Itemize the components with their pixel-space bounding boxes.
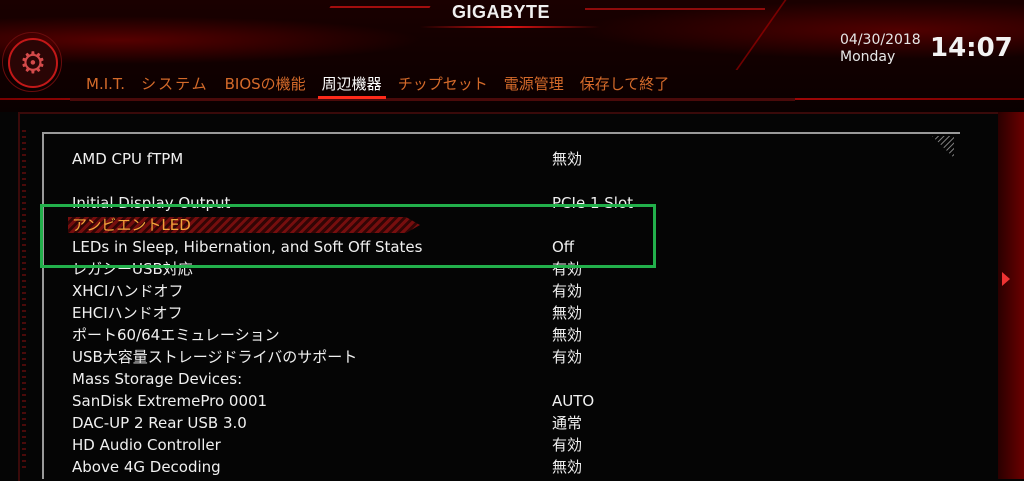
setting-label: Above 4G Decoding bbox=[72, 458, 221, 476]
setting-row-ambient-led[interactable]: アンビエントLED bbox=[72, 214, 932, 236]
setting-value[interactable]: 有効 bbox=[552, 258, 582, 280]
setting-row-leds-in-sleep[interactable]: LEDs in Sleep, Hibernation, and Soft Off… bbox=[72, 236, 932, 258]
setting-label: HD Audio Controller bbox=[72, 436, 221, 454]
setting-value[interactable]: 無効 bbox=[552, 148, 582, 170]
setting-value[interactable]: 通常 bbox=[552, 412, 582, 434]
tab-save-and-exit[interactable]: 保存して終了 bbox=[572, 73, 678, 97]
gigabyte-logo: GIGABYTE bbox=[452, 2, 551, 22]
tab-chipset[interactable]: チップセット bbox=[390, 73, 496, 97]
gear-icon[interactable]: ⚙ bbox=[8, 38, 58, 88]
tab-system[interactable]: システム bbox=[133, 73, 217, 97]
setting-label: SanDisk ExtremePro 0001 bbox=[72, 392, 268, 410]
setting-row-amd-cpu-ftpm[interactable]: AMD CPU fTPM 無効 bbox=[72, 148, 932, 170]
arrow-right-icon[interactable] bbox=[1002, 272, 1010, 286]
setting-label: アンビエントLED bbox=[72, 216, 191, 234]
setting-value[interactable]: 無効 bbox=[552, 302, 582, 324]
clock: 14:07 bbox=[930, 33, 1013, 63]
setting-row-initial-display-output[interactable]: Initial Display Output PCIe 1 Slot bbox=[72, 192, 932, 214]
setting-label: XHCIハンドオフ bbox=[72, 282, 184, 300]
setting-value[interactable]: 無効 bbox=[552, 456, 582, 478]
tab-power-management[interactable]: 電源管理 bbox=[496, 73, 572, 97]
setting-label: EHCIハンドオフ bbox=[72, 304, 183, 322]
setting-label: USB大容量ストレージドライバのサポート bbox=[72, 348, 358, 366]
setting-row-usb-mass-storage-support[interactable]: USB大容量ストレージドライバのサポート 有効 bbox=[72, 346, 932, 368]
right-side-panel-tab[interactable] bbox=[998, 112, 1024, 479]
header-decoration bbox=[585, 8, 765, 10]
setting-row-sandisk-extremepro[interactable]: SanDisk ExtremePro 0001 AUTO bbox=[72, 390, 932, 412]
setting-row-port-60-64-emulation[interactable]: ポート60/64エミュレーション 無効 bbox=[72, 324, 932, 346]
setting-label: Initial Display Output bbox=[72, 194, 231, 212]
section-heading-mass-storage: Mass Storage Devices: bbox=[72, 368, 932, 390]
bios-header: GIGABYTE ⚙ M.I.T. システム BIOSの機能 周辺機器 チップセ… bbox=[0, 0, 1024, 112]
setting-value[interactable]: Off bbox=[552, 236, 574, 258]
setting-row-dac-up-rear-usb[interactable]: DAC-UP 2 Rear USB 3.0 通常 bbox=[72, 412, 932, 434]
tab-bar-baseline bbox=[70, 98, 795, 101]
setting-label: AMD CPU fTPM bbox=[72, 150, 184, 168]
frame-decoration bbox=[22, 130, 26, 470]
header-decoration bbox=[329, 6, 431, 8]
day-text: Monday bbox=[840, 49, 896, 65]
setting-row-xhci-handoff[interactable]: XHCIハンドオフ 有効 bbox=[72, 280, 932, 302]
setting-value[interactable]: PCIe 1 Slot bbox=[552, 192, 633, 214]
date-text: 04/30/2018 bbox=[840, 32, 921, 48]
main-tabs: M.I.T. システム BIOSの機能 周辺機器 チップセット 電源管理 保存し… bbox=[78, 73, 678, 99]
setting-value[interactable]: 有効 bbox=[552, 346, 582, 368]
setting-label: ポート60/64エミュレーション bbox=[72, 326, 280, 344]
section-label: Mass Storage Devices: bbox=[72, 370, 243, 388]
tab-bios-features[interactable]: BIOSの機能 bbox=[217, 73, 314, 97]
setting-value[interactable]: 有効 bbox=[552, 280, 582, 302]
setting-value[interactable]: 無効 bbox=[552, 324, 582, 346]
tab-mit[interactable]: M.I.T. bbox=[78, 73, 133, 97]
date-display: 04/30/2018 Monday bbox=[840, 32, 921, 66]
setting-row-ehci-handoff[interactable]: EHCIハンドオフ 無効 bbox=[72, 302, 932, 324]
logo-underline bbox=[420, 26, 600, 28]
setting-value[interactable]: 有効 bbox=[552, 434, 582, 456]
setting-label: レガシーUSB対応 bbox=[72, 260, 193, 278]
tab-peripherals[interactable]: 周辺機器 bbox=[314, 73, 390, 99]
setting-row-above-4g-decoding[interactable]: Above 4G Decoding 無効 bbox=[72, 456, 932, 478]
setting-row-hd-audio-controller[interactable]: HD Audio Controller 有効 bbox=[72, 434, 932, 456]
setting-label: LEDs in Sleep, Hibernation, and Soft Off… bbox=[72, 238, 423, 256]
setting-label: DAC-UP 2 Rear USB 3.0 bbox=[72, 414, 247, 432]
setting-value[interactable]: AUTO bbox=[552, 390, 594, 412]
setting-row-legacy-usb[interactable]: レガシーUSB対応 有効 bbox=[72, 258, 932, 280]
